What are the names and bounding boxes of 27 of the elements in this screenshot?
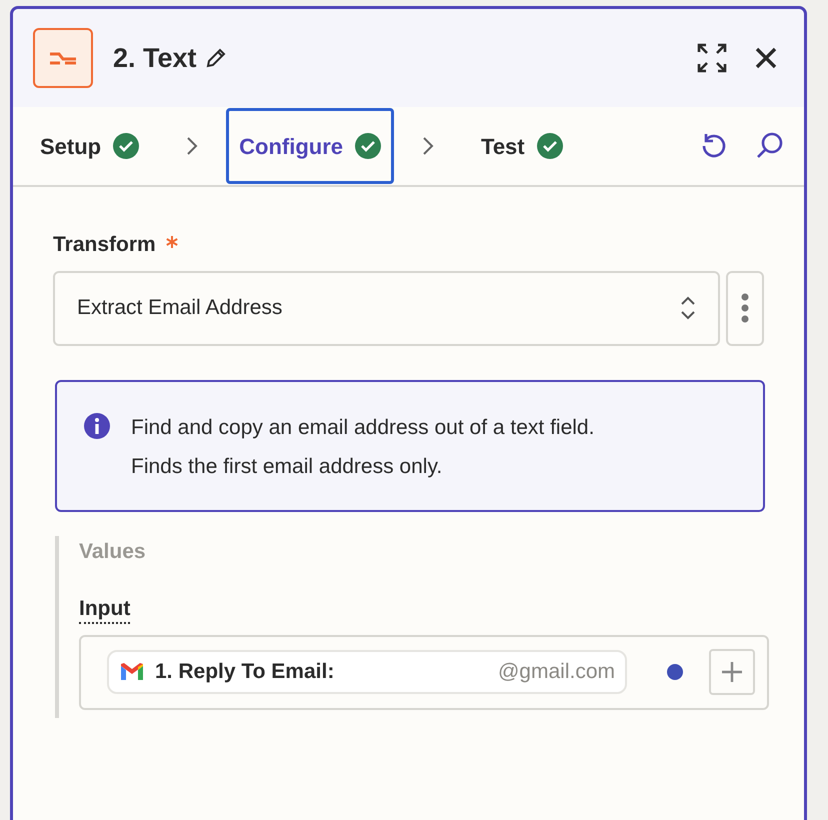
input-field[interactable]: 1. Reply To Email: @gmail.com [79, 634, 769, 710]
step-tab[interactable]: Configure [226, 108, 394, 184]
expand-icon[interactable] [696, 42, 728, 74]
field-label: Transform [53, 232, 156, 258]
chevron-right-icon [422, 136, 434, 156]
info-icon [83, 412, 111, 440]
chevron-up-down-icon [680, 295, 696, 321]
step-tab[interactable]: Setup [21, 108, 158, 184]
undo-icon[interactable] [700, 132, 728, 160]
app-logo-icon [33, 28, 93, 88]
transform-select[interactable]: Extract Email Address [53, 270, 720, 346]
data-pill[interactable]: 1. Reply To Email: @gmail.com [107, 650, 627, 694]
step-tab[interactable]: Test [462, 108, 582, 184]
add-button[interactable] [709, 649, 755, 695]
field-label: Input [79, 597, 130, 624]
mail-icon [119, 662, 145, 682]
pencil-icon[interactable] [204, 47, 227, 69]
more-button[interactable] [726, 270, 764, 346]
chevron-right-icon [186, 136, 198, 156]
close-icon[interactable] [754, 46, 778, 70]
more-icon [741, 293, 749, 323]
step-title: 2. Text [113, 42, 197, 75]
section-heading: Values [79, 538, 147, 564]
plus-icon [720, 660, 744, 684]
info-text: Find and copy an email address out of a text field. [131, 414, 594, 440]
dot-icon [667, 664, 683, 680]
info-text: Finds the first email address only. [131, 454, 444, 480]
